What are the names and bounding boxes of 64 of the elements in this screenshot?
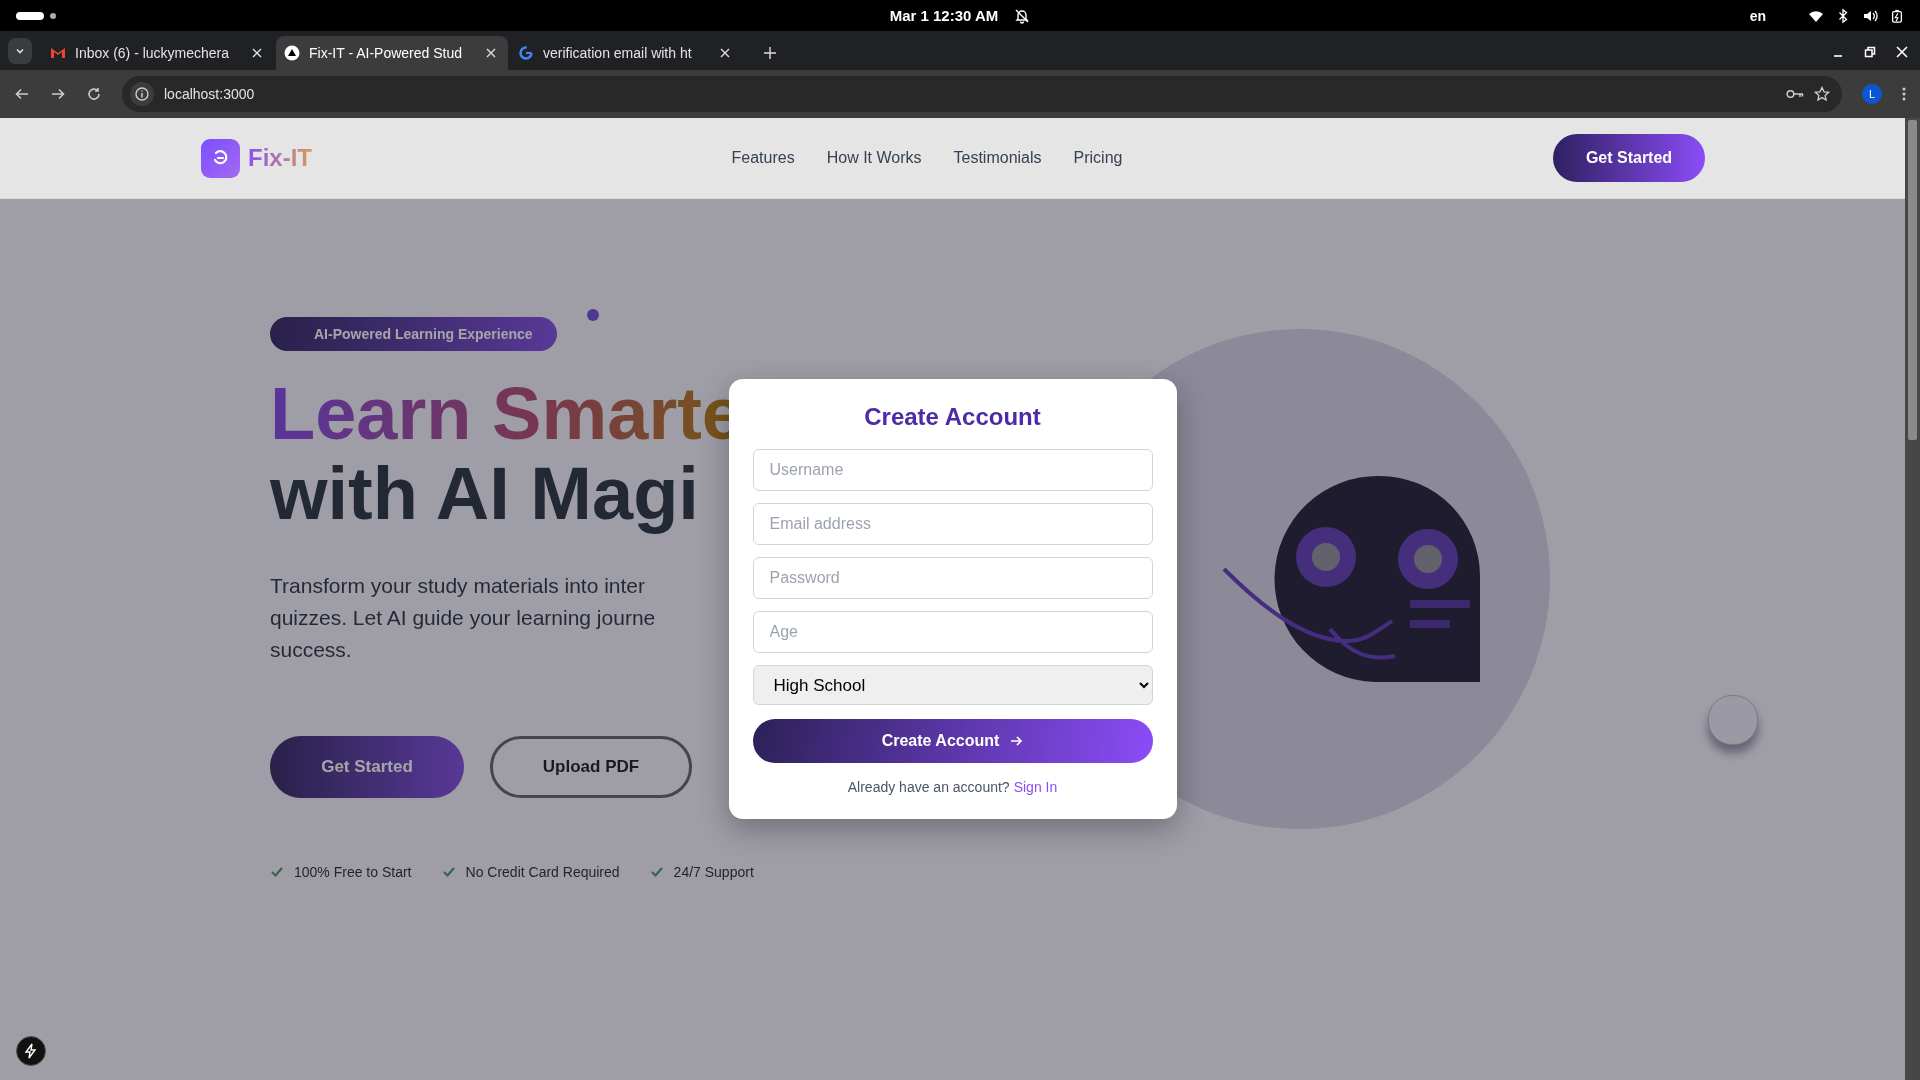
key-icon[interactable] (1786, 88, 1804, 100)
check-icon (649, 865, 664, 880)
hero-description: success. (270, 637, 352, 664)
close-icon[interactable] (720, 48, 730, 58)
decorative-dot-icon (586, 309, 599, 321)
bluetooth-icon[interactable] (1836, 7, 1850, 24)
g-logo-icon (518, 45, 534, 61)
tab-title: verification email with ht (543, 45, 693, 61)
bell-off-icon[interactable] (1014, 7, 1031, 24)
reload-icon[interactable] (86, 86, 102, 102)
browser-tab[interactable]: Inbox (6) - luckymechera (42, 36, 274, 70)
browser-tab[interactable]: Fix-IT - AI-Powered Stud (276, 36, 508, 70)
get-started-button[interactable]: Get Started (270, 736, 464, 799)
text-input-field[interactable]: Username (752, 449, 1153, 491)
browser-tab[interactable]: verification email with ht (510, 36, 742, 70)
workspace-dot-icon[interactable] (50, 12, 56, 19)
text-input-field[interactable]: Password (752, 557, 1153, 599)
create-account-button[interactable]: Create Account (752, 719, 1153, 763)
address-bar[interactable]: localhost:3000 (122, 76, 1842, 112)
info-icon[interactable] (130, 82, 154, 106)
tab-title: Fix-IT - AI-Powered Stud (309, 45, 463, 61)
check-icon (441, 865, 456, 880)
envelope-icon (50, 45, 66, 61)
hero-description: Transform your study materials into inter (270, 573, 646, 600)
close-icon[interactable] (486, 48, 496, 58)
hero-title: with AI Magi (270, 454, 699, 533)
sign-in-link[interactable]: Sign In (1013, 779, 1058, 795)
scrollbar[interactable] (1905, 118, 1920, 1080)
more-vertical-icon[interactable] (1902, 86, 1906, 102)
text-input-field[interactable]: Email address (752, 503, 1153, 545)
sign-in-prompt: Already have an account? (847, 779, 1010, 795)
upload-pdf-button[interactable]: Upload PDF (490, 736, 692, 799)
star-icon[interactable] (1814, 86, 1830, 102)
logo-icon[interactable] (201, 138, 240, 178)
get-started-button[interactable]: Get Started (1553, 134, 1705, 182)
check-icon (270, 865, 284, 880)
workspace-indicator-icon[interactable] (16, 11, 44, 20)
restore-icon[interactable] (1864, 46, 1876, 58)
language-indicator[interactable]: en (1749, 7, 1766, 24)
nav-link[interactable]: How It Works (826, 149, 922, 167)
nav-link[interactable]: Pricing (1073, 149, 1123, 167)
dialog-title: Create Account (863, 403, 1042, 431)
close-icon[interactable] (252, 48, 262, 58)
arrow-right-icon (1009, 734, 1024, 748)
bolt-icon (23, 1043, 39, 1059)
education-level-select[interactable]: High School (752, 665, 1153, 705)
battery-icon[interactable] (1890, 7, 1904, 24)
perk-text: 100% Free to Start (294, 864, 412, 881)
dev-tools-button[interactable] (16, 1036, 46, 1066)
hero-description: quizzes. Let AI guide your learning journe (270, 605, 656, 632)
profile-avatar[interactable]: L (1862, 84, 1882, 104)
tab-title: Inbox (6) - luckymechera (75, 45, 231, 61)
tab-list-button[interactable] (8, 38, 32, 64)
nav-link[interactable]: Features (731, 149, 795, 167)
hero-badge: AI-Powered Learning Experience (270, 317, 557, 351)
back-arrow-icon[interactable] (14, 86, 30, 102)
new-tab-icon[interactable] (764, 47, 776, 59)
clock-text[interactable]: Mar 1 12:30 AM (889, 7, 999, 24)
text-input-field[interactable]: Age (752, 611, 1153, 653)
perk-text: No Credit Card Required (465, 864, 620, 881)
scrollbar-thumb[interactable] (1908, 120, 1917, 440)
nav-link[interactable]: Testimonials (953, 149, 1042, 167)
perk-text: 24/7 Support (673, 864, 754, 881)
forward-arrow-icon[interactable] (50, 86, 66, 102)
